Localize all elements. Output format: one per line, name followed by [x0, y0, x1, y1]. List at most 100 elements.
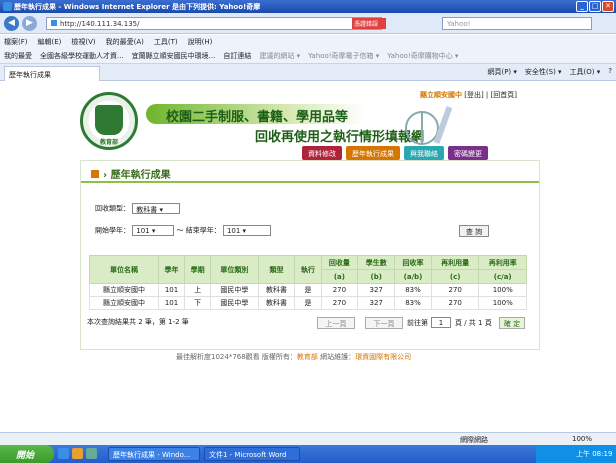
zoom-level[interactable]: 100%: [572, 435, 592, 443]
cell: 上: [184, 283, 212, 297]
start-year-value: 101: [136, 227, 150, 235]
cell: 270: [430, 296, 480, 310]
cell: 270: [320, 296, 359, 310]
page-input[interactable]: 1: [431, 317, 451, 328]
menu-tools[interactable]: 工具(T): [154, 37, 178, 46]
tab-current[interactable]: 歷年執行成果: [4, 66, 100, 81]
prev-page-button[interactable]: 上一頁: [317, 317, 355, 329]
sub-a: (a): [320, 269, 359, 284]
user-info: 縣立順安國中 [登出] | [回首頁]: [420, 90, 517, 100]
maximize-button[interactable]: □: [589, 1, 601, 12]
folder-quicklaunch-icon[interactable]: [72, 448, 83, 459]
cell: 國民中學: [210, 296, 259, 310]
cell: 327: [357, 283, 396, 297]
confirm-button[interactable]: 確 定: [499, 317, 525, 329]
next-page-button[interactable]: 下一頁: [365, 317, 403, 329]
tools-menu[interactable]: 工具(O) ▾: [570, 67, 601, 77]
cert-error-button[interactable]: 憑證錯誤: [352, 18, 386, 29]
cell: 是: [294, 296, 322, 310]
cell: 縣立順安國中: [89, 283, 159, 297]
start-year-select[interactable]: 101 ▾: [132, 225, 175, 236]
col-unit-type[interactable]: 單位類別: [210, 255, 259, 284]
col-recycle-rate: 回收率: [394, 255, 432, 270]
year-filter: 開始學年： 101 ▾ ～ 結束學年： 101 ▾: [95, 225, 271, 236]
menu-edit[interactable]: 編輯(E): [38, 37, 62, 46]
results-table: 單位名稱 學年 學期 單位類別 類型 執行 回收量 學生數 回收率 再利用量 再…: [89, 255, 527, 310]
safety-menu[interactable]: 安全性(S) ▾: [525, 67, 562, 77]
footer-text1: 最佳解析度1024*768觀看 版權所有：: [176, 353, 297, 361]
menu-help[interactable]: 說明(H): [188, 37, 213, 46]
fav-link-4[interactable]: 建議的網站 ▾: [259, 51, 300, 60]
query-button[interactable]: 查 詢: [459, 225, 489, 237]
col-unit[interactable]: 單位名稱: [89, 255, 159, 284]
page-title: › 歷年執行成果: [81, 161, 539, 183]
footer-text2: 網站維護：: [317, 353, 356, 361]
end-label: ～ 結束學年：: [176, 226, 221, 235]
window-title: 歷年執行成果 - Windows Internet Explorer 是由下列提…: [14, 3, 261, 11]
stationery-clipart: [405, 106, 453, 145]
clock: 上午 08:19: [576, 450, 613, 458]
status-bar: 網際網路 100%: [0, 432, 616, 445]
cell: 83%: [394, 296, 432, 310]
banner-line2: 回收再使用之執行情形填報網: [255, 130, 425, 145]
type-select[interactable]: 教科書 ▾: [132, 203, 181, 214]
col-semester[interactable]: 學期: [184, 255, 212, 284]
menu-file[interactable]: 檔案(F): [4, 37, 28, 46]
ie-quicklaunch-icon[interactable]: [58, 448, 69, 459]
cell: 100%: [478, 283, 527, 297]
school-name: 縣立順安國中: [420, 91, 462, 99]
fav-link-5[interactable]: Yahoo!奇摩電子信箱 ▾: [308, 51, 379, 60]
pagination: 本次查詢結果共 2 筆，第 1-2 筆 上一頁 下一頁 前往第 1 頁 / 共 …: [87, 317, 537, 329]
home-icon[interactable]: [91, 170, 99, 178]
result-summary: 本次查詢結果共 2 筆，第 1-2 筆: [87, 318, 189, 326]
site-footer: 最佳解析度1024*768觀看 版權所有：教育部 網站維護：環資國際有限公司: [176, 352, 411, 362]
cell: 270: [320, 283, 359, 297]
menu-favorites[interactable]: 我的最愛(A): [106, 37, 144, 46]
footer-owner: 教育部: [296, 353, 318, 361]
col-type[interactable]: 類型: [257, 255, 296, 284]
close-button[interactable]: ✕: [602, 1, 614, 12]
table-row: 縣立順安國中 101 上 國民中學 教科書 是 270 327 83% 270 …: [89, 283, 527, 297]
cell: 101: [157, 296, 186, 310]
col-students: 學生數: [357, 255, 396, 270]
footer-maint: 環資國際有限公司: [355, 353, 412, 361]
favorites-button[interactable]: 我的最愛: [4, 51, 32, 60]
search-input[interactable]: Yahoo!: [442, 17, 592, 30]
taskbar: 開始 歷年執行成果 - Windo... 文件1 - Microsoft Wor…: [0, 445, 616, 463]
back-button[interactable]: ◀: [4, 16, 19, 31]
type-filter: 回收類型： 教科書 ▾: [95, 203, 181, 214]
page-menu[interactable]: 網頁(P) ▾: [487, 67, 516, 77]
end-year-select[interactable]: 101 ▾: [222, 225, 271, 236]
url-input[interactable]: http://140.111.34.135/: [46, 17, 382, 30]
table-row: 縣立順安國中 101 下 國民中學 教科書 是 270 327 83% 270 …: [89, 296, 527, 310]
col-reuse: 再利用量: [430, 255, 480, 270]
nav-password[interactable]: 密碼變更: [448, 146, 488, 160]
menu-view[interactable]: 檢視(V): [71, 37, 95, 46]
fav-link-3[interactable]: 自訂連結: [223, 51, 251, 60]
site-header: 教育部 校園二手制服、書籍、學用品等 回收再使用之執行情形填報網 縣立順安國中 …: [80, 86, 540, 164]
fav-link-1[interactable]: 全國各級學校運動人才資...: [40, 51, 124, 60]
nav-contact[interactable]: 與我聯絡: [404, 146, 444, 160]
banner-line1: 校園二手制服、書籍、學用品等: [146, 104, 366, 125]
fav-link-6[interactable]: Yahoo!奇摩購物中心 ▾: [387, 51, 458, 60]
cell: 270: [430, 283, 480, 297]
logo-emblem: [95, 105, 123, 135]
site-nav: 資料修改 歷年執行成果 與我聯絡 密碼變更: [302, 146, 488, 160]
logout-home-links[interactable]: [登出] | [回首頁]: [464, 91, 517, 99]
sub-ca: (c/a): [478, 269, 527, 284]
fav-link-2[interactable]: 宜蘭縣立順安國民中環境...: [132, 51, 216, 60]
nav-edit-data[interactable]: 資料修改: [302, 146, 342, 160]
cell: 327: [357, 296, 396, 310]
taskbar-word[interactable]: 文件1 - Microsoft Word: [204, 447, 300, 461]
nav-results[interactable]: 歷年執行成果: [346, 146, 400, 160]
menu-bar: 檔案(F) 編輯(E) 檢視(V) 我的最愛(A) 工具(T) 說明(H): [0, 35, 616, 48]
col-year[interactable]: 學年: [157, 255, 186, 284]
col-exec[interactable]: 執行: [294, 255, 322, 284]
start-button[interactable]: 開始: [0, 445, 54, 463]
help-icon[interactable]: ?: [608, 67, 612, 77]
taskbar-ie[interactable]: 歷年執行成果 - Windo...: [108, 447, 200, 461]
minimize-button[interactable]: _: [576, 1, 588, 12]
col-recycled: 回收量: [320, 255, 359, 270]
desktop-quicklaunch-icon[interactable]: [86, 448, 97, 459]
forward-button[interactable]: ▶: [22, 16, 37, 31]
